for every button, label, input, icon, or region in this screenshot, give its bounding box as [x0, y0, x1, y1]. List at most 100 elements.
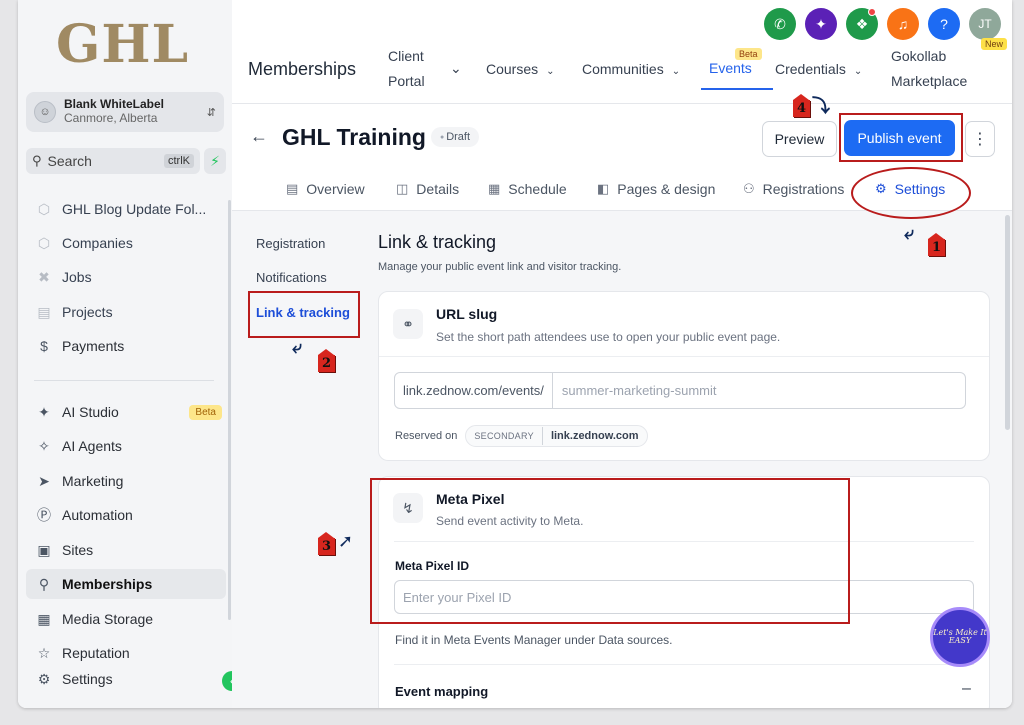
url-slug-subtitle: Set the short path attendees use to open… — [436, 330, 781, 344]
globe-window-icon: ▣ — [37, 541, 51, 558]
automation-icon: Ⓟ — [37, 507, 51, 523]
file-icon: ◫ — [396, 181, 409, 196]
tab-gokollab-marketplace[interactable]: Gokollab Marketplace — [891, 44, 967, 94]
account-switcher[interactable]: ☺ Blank WhiteLabel Canmore, Alberta ⇵ — [26, 92, 224, 132]
sidebar-item-payments[interactable]: $ Payments — [26, 331, 226, 361]
tab-schedule[interactable]: ▦ Schedule — [488, 181, 567, 197]
back-arrow-icon[interactable]: ← — [250, 126, 268, 147]
ai-sparkle-icon[interactable]: ✦ — [805, 8, 837, 40]
active-tab-indicator — [701, 88, 773, 90]
clipboard-icon: ▤ — [37, 303, 51, 320]
url-slug-title: URL slug — [436, 306, 498, 322]
link-icon: ⚭ — [393, 309, 423, 339]
sidebar-item-jobs[interactable]: ✖ Jobs — [26, 262, 226, 292]
receipt-icon: $ — [40, 338, 48, 354]
cube-icon: ⬡ — [37, 234, 51, 251]
step-marker-2: 2 — [318, 349, 335, 372]
section-subtitle: Manage your public event link and visito… — [378, 261, 622, 273]
domain-value: link.zednow.com — [550, 430, 639, 442]
tab-client-portal[interactable]: Client Portal — [388, 44, 425, 94]
annotation-box-meta-pixel — [370, 478, 850, 624]
sidebar-divider — [34, 380, 214, 381]
chevron-updown-icon: ⇵ — [206, 106, 216, 119]
event-mapping-label: Event mapping — [395, 684, 489, 699]
sidebar-item-automation[interactable]: Ⓟ Automation — [26, 500, 226, 530]
preview-button[interactable]: Preview — [762, 121, 837, 157]
quick-action-bolt-icon[interactable]: ⚡ — [204, 148, 226, 174]
award-icon: ⚲ — [38, 575, 50, 592]
domain-tag: SECONDARY — [466, 427, 543, 445]
settings-nav-notifications[interactable]: Notifications — [256, 270, 327, 285]
user-avatar[interactable]: JT — [969, 8, 1001, 40]
collapse-mapping-toggle[interactable]: – — [962, 680, 971, 698]
arrow-icon: ⤵ — [812, 96, 830, 116]
phone-icon[interactable]: ✆ — [764, 8, 796, 40]
annotation-box-publish — [839, 113, 963, 162]
sidebar-item-marketing[interactable]: ➤ Marketing — [26, 466, 226, 496]
sidebar-item-companies[interactable]: ⬡ Companies — [26, 228, 226, 258]
annotation-oval-settings — [851, 167, 971, 219]
step-marker-4: 4 — [793, 94, 810, 117]
chevron-down-icon: ⌄ — [671, 66, 681, 77]
search-label: Search — [47, 153, 92, 169]
search-button[interactable]: ⚲ Search ctrlK — [26, 148, 200, 174]
image-icon: ▦ — [37, 610, 51, 627]
cube-icon: ⬡ — [37, 200, 51, 217]
sidebar-item-projects[interactable]: ▤ Projects — [26, 297, 226, 327]
chevron-down-icon: ⌄ — [546, 66, 555, 77]
url-slug-input[interactable]: summer-marketing-summit — [553, 383, 717, 398]
sidebar-item-blog-folder[interactable]: ⬡ GHL Blog Update Fol... — [26, 194, 226, 224]
domain-chip: SECONDARY link.zednow.com — [465, 425, 648, 447]
settings-nav-registration[interactable]: Registration — [256, 236, 325, 251]
arrow-icon: ⤶ — [904, 223, 915, 243]
search-icon: ⚲ — [32, 153, 42, 168]
tab-communities[interactable]: Communities ⌄ — [582, 57, 680, 84]
sidebar-item-memberships[interactable]: ⚲ Memberships — [26, 569, 226, 599]
tab-pages-design[interactable]: ◧ Pages & design — [597, 181, 715, 197]
gear-icon: ⚙ — [37, 670, 51, 687]
sidebar: GHL ☺ Blank WhiteLabel Canmore, Alberta … — [18, 0, 232, 708]
step-marker-1: 1 — [928, 233, 945, 256]
reserved-domain: Reserved on SECONDARY link.zednow.com — [395, 425, 648, 447]
url-prefix: link.zednow.com/events/ — [395, 373, 553, 408]
layout-grid-icon: ◧ — [597, 181, 610, 196]
status-badge: Draft — [431, 127, 480, 147]
sparkles-icon: ✧ — [38, 437, 50, 454]
beta-badge: Beta — [189, 404, 222, 420]
header-divider — [232, 103, 1012, 104]
sidebar-item-ai-studio[interactable]: ✦ AI Studio Beta — [26, 397, 226, 427]
section-title: Link & tracking — [378, 232, 497, 252]
bell-icon[interactable]: ♫ — [887, 8, 919, 40]
tools-icon: ✖ — [38, 268, 50, 285]
sidebar-item-media-storage[interactable]: ▦ Media Storage — [26, 604, 226, 634]
tab-details[interactable]: ◫ Details — [396, 181, 459, 197]
sidebar-item-ai-agents[interactable]: ✧ AI Agents — [26, 431, 226, 461]
calendar-icon: ▦ — [488, 181, 501, 196]
new-badge: New — [981, 38, 1008, 50]
send-icon: ➤ — [38, 472, 50, 489]
account-location: Canmore, Alberta — [64, 111, 158, 125]
tab-events[interactable]: Events — [709, 56, 752, 81]
account-name: Blank WhiteLabel — [64, 97, 165, 112]
tab-registrations[interactable]: ⚇ Registrations — [743, 181, 844, 197]
chevron-down-icon[interactable]: ⌄ — [450, 56, 462, 81]
sidebar-item-sites[interactable]: ▣ Sites — [26, 535, 226, 565]
sidebar-scrollbar[interactable] — [228, 200, 231, 620]
event-title: GHL Training — [282, 124, 426, 150]
megaphone-icon[interactable]: ❖ — [846, 8, 878, 40]
star-icon: ☆ — [37, 644, 51, 661]
content-scrollbar[interactable] — [1005, 215, 1010, 430]
sparkle-window-icon: ✦ — [38, 403, 50, 420]
url-slug-field[interactable]: link.zednow.com/events/ summer-marketing… — [394, 372, 966, 409]
card-divider — [379, 356, 989, 357]
sidebar-item-settings[interactable]: ⚙ Settings — [26, 664, 226, 694]
more-options-icon[interactable]: ⋮ — [965, 121, 995, 157]
help-icon[interactable]: ? — [928, 8, 960, 40]
account-avatar-icon: ☺ — [34, 101, 56, 123]
search-shortcut: ctrlK — [164, 154, 194, 168]
tab-credentials[interactable]: Credentials ⌄ — [775, 57, 862, 84]
arrow-icon: ➚ — [338, 531, 354, 551]
tab-courses[interactable]: Courses ⌄ — [486, 57, 555, 84]
tab-overview[interactable]: ▤ Overview — [286, 181, 365, 197]
arrow-icon: ⤶ — [292, 337, 303, 357]
